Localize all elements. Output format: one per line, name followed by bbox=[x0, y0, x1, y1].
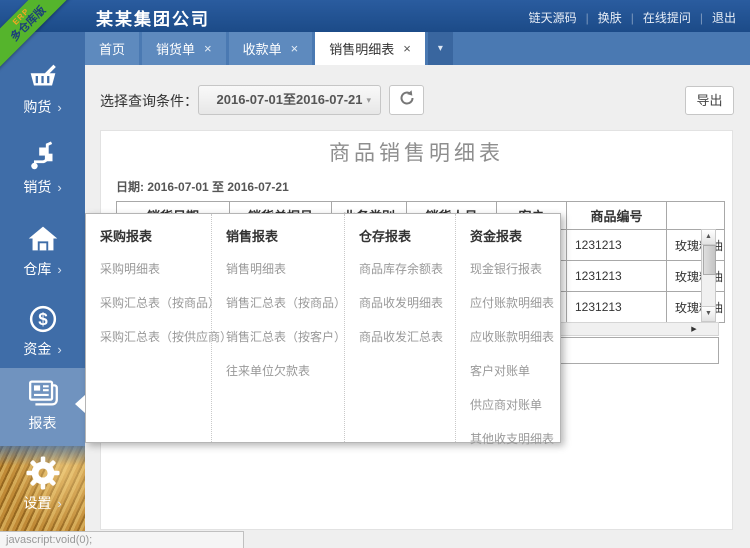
chevron-right-icon: › bbox=[57, 179, 62, 195]
chevron-right-icon: › bbox=[57, 261, 62, 277]
menu-group-title: 仓存报表 bbox=[359, 229, 412, 244]
menu-item[interactable]: 供应商对账单 bbox=[470, 396, 560, 413]
menu-item[interactable]: 销售汇总表（按商品） bbox=[226, 294, 346, 311]
tab-label: 销货单 bbox=[156, 42, 196, 57]
topbar-link[interactable]: 退出 bbox=[712, 11, 736, 25]
refresh-icon bbox=[398, 89, 416, 112]
warehouse-icon bbox=[24, 220, 62, 258]
column-header[interactable]: 商品编号 bbox=[566, 201, 667, 230]
scroll-thumb[interactable] bbox=[703, 245, 716, 275]
menu-group-title: 资金报表 bbox=[469, 229, 522, 244]
menu-item[interactable]: 现金银行报表 bbox=[470, 260, 560, 277]
basket-icon bbox=[24, 58, 62, 96]
scroll-down-icon[interactable]: ▼ bbox=[702, 306, 715, 321]
link-separator: | bbox=[699, 11, 703, 25]
report-title: 商品销售明细表 bbox=[329, 141, 504, 165]
active-item-pointer bbox=[75, 395, 85, 413]
sidebar-item-label: 设置 bbox=[23, 495, 52, 511]
menu-item[interactable]: 往来单位欠款表 bbox=[226, 362, 344, 379]
topbar-links: 链天源码 | 换肤 | 在线提问 | 退出 bbox=[529, 9, 736, 26]
company-title: 某某集团公司 bbox=[96, 10, 210, 29]
vertical-scrollbar[interactable]: ▲ ▼ bbox=[701, 229, 716, 322]
sidebar-item-purchase[interactable]: 购货 › bbox=[0, 52, 85, 130]
chevron-right-icon: › bbox=[57, 99, 62, 115]
tab-收款单[interactable]: 收款单 × bbox=[228, 32, 313, 65]
close-icon[interactable]: × bbox=[403, 41, 411, 56]
menu-item[interactable]: 应付账款明细表 bbox=[470, 294, 560, 311]
scroll-right-icon[interactable]: ▶ bbox=[687, 324, 701, 335]
menu-group-title: 采购报表 bbox=[100, 229, 153, 244]
table-cell: 1231213 bbox=[566, 229, 667, 261]
sidebar-item-label: 销货 bbox=[23, 179, 52, 195]
report-icon bbox=[24, 374, 62, 412]
chevron-down-icon: ▾ bbox=[366, 95, 371, 105]
table-cell: 1231213 bbox=[566, 291, 667, 323]
status-bar: javascript:void(0); bbox=[0, 531, 244, 548]
link-separator: | bbox=[630, 11, 634, 25]
sidebar-item-label: 购货 bbox=[23, 99, 52, 115]
scroll-up-icon[interactable]: ▲ bbox=[702, 230, 715, 245]
menu-item[interactable]: 商品库存余额表 bbox=[359, 260, 455, 277]
reports-menu-panel: 采购报表 采购明细表 采购汇总表（按商品） 采购汇总表（按供应商） 销售报表 销售明细表销… bbox=[85, 213, 561, 446]
topbar-link[interactable]: 链天源码 bbox=[529, 11, 577, 25]
refresh-button[interactable] bbox=[389, 85, 424, 115]
column-header[interactable] bbox=[665, 201, 726, 230]
menu-group: 仓存报表商品库存余额表 商品收发明细表 商品收发汇总表 bbox=[344, 214, 455, 442]
gear-icon bbox=[24, 454, 62, 492]
menu-item[interactable]: 采购汇总表（按供应商） bbox=[100, 328, 232, 345]
trolley-icon bbox=[24, 138, 62, 176]
menu-group: 资金报表现金银行报表 应付账款明细表 应收账款明细表 客户对账单供应商对账单 其他收支明… bbox=[454, 214, 560, 446]
sidebar-item-label: 资金 bbox=[23, 341, 52, 357]
sidebar-item-sales[interactable]: 销货 › bbox=[0, 132, 85, 210]
menu-group: 销售报表销售明细表销售汇总表（按商品） 销售汇总表（按客户） 往来单位欠款表 bbox=[211, 214, 346, 442]
menu-item[interactable]: 其他收支明细表 bbox=[470, 430, 560, 447]
chevron-right-icon: › bbox=[57, 341, 62, 357]
tab-销货单[interactable]: 销货单 × bbox=[142, 32, 226, 65]
table-cell: 1231213 bbox=[566, 260, 667, 292]
tab-label: 销售明细表 bbox=[329, 42, 395, 57]
menu-item[interactable]: 销售明细表 bbox=[226, 260, 344, 277]
topbar-link[interactable]: 换肤 bbox=[598, 11, 622, 25]
close-icon[interactable]: × bbox=[204, 41, 212, 56]
menu-item[interactable]: 采购汇总表（按商品） bbox=[100, 294, 220, 311]
sidebar-item-warehouse[interactable]: 仓库 › bbox=[0, 214, 85, 292]
report-date-range: 日期: 2016-07-01 至 2016-07-21 bbox=[116, 180, 289, 194]
menu-item[interactable]: 销售汇总表（按客户） bbox=[226, 328, 346, 345]
top-header-bar: 某某集团公司 链天源码 | 换肤 | 在线提问 | 退出 bbox=[0, 0, 750, 32]
menu-item[interactable]: 商品收发汇总表 bbox=[359, 328, 455, 345]
menu-item[interactable]: 采购明细表 bbox=[100, 260, 211, 277]
sidebar-item-reports[interactable]: 报表 bbox=[0, 368, 85, 446]
menu-group-title: 销售报表 bbox=[226, 229, 279, 244]
chevron-right-icon: › bbox=[57, 495, 62, 511]
menu-item[interactable]: 应收账款明细表 bbox=[470, 328, 560, 345]
sidebar-item-settings[interactable]: 设置 › bbox=[0, 448, 85, 526]
svg-text:$: $ bbox=[38, 310, 48, 329]
tab-label: 首页 bbox=[99, 42, 126, 57]
close-icon[interactable]: × bbox=[291, 41, 299, 56]
tab-label: 收款单 bbox=[242, 42, 282, 57]
date-range-select[interactable]: 2016-07-01至2016-07-21 ▾ bbox=[198, 85, 381, 115]
menu-item[interactable]: 客户对账单 bbox=[470, 362, 560, 379]
tab-销售明细表[interactable]: 销售明细表 × bbox=[315, 32, 425, 65]
tab-more-button[interactable]: ▾ bbox=[427, 32, 453, 65]
sidebar-item-funds[interactable]: $ 资金 › bbox=[0, 294, 85, 372]
menu-item[interactable]: 商品收发明细表 bbox=[359, 294, 455, 311]
menu-group: 采购报表采购明细表采购汇总表（按商品） 采购汇总表（按供应商） bbox=[86, 214, 232, 442]
sidebar-nav: 购货 › 销货 › 仓库 › $ 资金 › 报表设置 › bbox=[0, 32, 85, 548]
chevron-down-icon: ▾ bbox=[437, 43, 443, 54]
date-range-value: 2016-07-01至2016-07-21 bbox=[216, 92, 363, 107]
query-condition-label: 选择查询条件： bbox=[100, 93, 198, 109]
link-separator: | bbox=[585, 11, 589, 25]
sidebar-item-label: 仓库 bbox=[23, 261, 52, 277]
tab-首页[interactable]: 首页 bbox=[85, 32, 140, 65]
topbar-link[interactable]: 在线提问 bbox=[643, 11, 691, 25]
sidebar-item-label: 报表 bbox=[28, 415, 57, 431]
app-window: 某某集团公司 链天源码 | 换肤 | 在线提问 | 退出 ERP 多仓库版 购货 › 销货 › 仓库… bbox=[0, 0, 750, 548]
money-icon: $ bbox=[24, 300, 62, 338]
export-button[interactable]: 导出 bbox=[685, 86, 734, 115]
tab-bar: 首页 销货单 × 收款单 × 销售明细表 × ▾ bbox=[85, 32, 750, 65]
